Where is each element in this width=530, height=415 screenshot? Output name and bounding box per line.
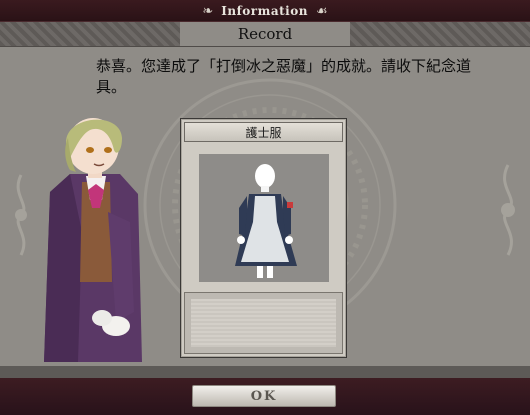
information-dialog: ❧ Information ☙ Record 恭喜。您達成了「打倒冰之惡魔」的成… — [0, 0, 530, 415]
scroll-ornament-left-icon: ❧ — [202, 3, 214, 19]
section-title: Record — [180, 22, 350, 46]
window-title: Information — [221, 4, 308, 18]
scroll-ornament-right-icon: ☙ — [315, 3, 328, 19]
right-ornament-icon — [501, 164, 515, 256]
achievement-message: 恭喜。您達成了「打倒冰之惡魔」的成就。請收下紀念道具。 — [96, 57, 472, 96]
item-description-panel — [184, 292, 343, 354]
footer-strip — [0, 366, 530, 378]
item-description-texture — [191, 299, 336, 347]
item-name: 護士服 — [184, 122, 343, 142]
title-wrap: ❧ Information ☙ — [185, 2, 345, 20]
character-portrait — [44, 118, 142, 362]
ok-button[interactable]: OK — [192, 385, 336, 407]
item-image — [199, 154, 329, 282]
title-bar: ❧ Information ☙ — [0, 0, 530, 22]
item-card: 護士服 — [180, 118, 347, 358]
